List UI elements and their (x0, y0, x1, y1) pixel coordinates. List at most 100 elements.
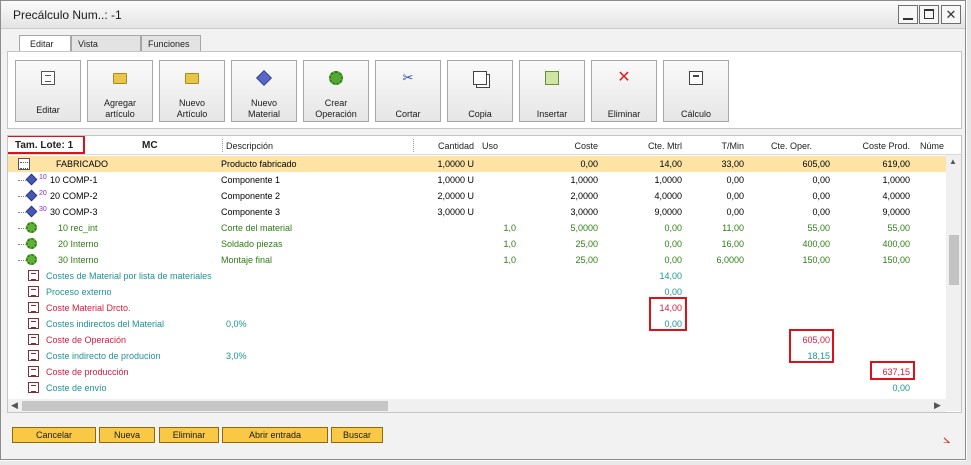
material-cube-icon (25, 205, 38, 218)
summary-row[interactable]: Coste Material Drcto. 14,00 (8, 300, 946, 316)
nuevo-articulo-fabricado-label: Nuevo Artículo Fabricado (172, 98, 212, 121)
summary-row[interactable]: Proceso externo 0,00 (8, 284, 946, 300)
calculo-button[interactable]: Cálculo (663, 60, 729, 122)
horizontal-scrollbar[interactable]: ◀ ▶ (8, 399, 946, 412)
cell-tmin: 0,00 (726, 207, 744, 217)
cell-desc: Producto fabricado (221, 159, 297, 169)
nueva-button[interactable]: Nueva (99, 427, 155, 443)
cell-code: 10 rec_int (58, 223, 98, 233)
cortar-button[interactable]: ✂ Cortar (375, 60, 441, 122)
folder-icon (185, 73, 199, 84)
cell-desc: Componente 1 (221, 175, 281, 185)
nuevo-material-button[interactable]: Nuevo Material (231, 60, 297, 122)
resize-grip-icon[interactable]: ⦣ (943, 431, 950, 447)
editar-button[interactable]: Editar (15, 60, 81, 122)
scroll-left-icon[interactable]: ◀ (11, 400, 18, 411)
editar-label: Editar (36, 105, 60, 115)
summary-label: Coste de Operación (46, 335, 127, 345)
material-cube-icon (25, 173, 38, 186)
abrir-entrada-button[interactable]: Abrir entrada (222, 427, 328, 443)
cell-uso: 1,0 (503, 255, 516, 265)
vertical-scrollbar[interactable]: ▲ (946, 155, 961, 411)
operation-gear-icon (26, 222, 37, 233)
copia-button[interactable]: Copia (447, 60, 513, 122)
cell-coste: 0,00 (580, 159, 598, 169)
cell-code: 20 COMP-2 (50, 191, 98, 201)
tab-funciones[interactable]: Funciones (141, 35, 201, 51)
cell-coste-prod: 619,00 (882, 159, 910, 169)
cell-desc: Corte del material (221, 223, 293, 233)
summary-row[interactable]: Costes de Material por lista de material… (8, 268, 946, 284)
scroll-up-icon[interactable]: ▲ (949, 157, 957, 166)
table-row[interactable]: 10 10 COMP-1 Componente 1 1,0000 U 1,000… (8, 172, 946, 188)
scissors-icon: ✂ (402, 70, 414, 85)
table-row[interactable]: 30 30 COMP-3 Componente 3 3,0000 U 3,000… (8, 204, 946, 220)
vertical-scroll-thumb[interactable] (949, 235, 959, 285)
table-row[interactable]: 10 rec_int Corte del material 1,0 5,0000… (8, 220, 946, 236)
summary-row[interactable]: Coste de producción 637,15 (8, 364, 946, 380)
background-strip (967, 0, 971, 465)
tab-vista[interactable]: Vista (71, 35, 141, 51)
insertar-button[interactable]: Insertar (519, 60, 585, 122)
col-cte-oper[interactable]: Cte. Oper. (742, 141, 812, 151)
copia-label: Copia (468, 109, 492, 119)
precalculo-grid[interactable]: Tam. Lote: 1 MC Descripción Cantidad Uso… (7, 135, 962, 413)
insertar-label: Insertar (536, 109, 568, 119)
horizontal-scroll-thumb[interactable] (22, 401, 388, 411)
summary-label: Coste de envío (46, 383, 107, 393)
tab-editar[interactable]: Editar (19, 35, 71, 52)
cell-tmin: 6,0000 (716, 255, 744, 265)
title-bar[interactable]: Precálculo Num..: -1 ✕ (1, 1, 965, 29)
scroll-right-icon[interactable]: ▶ (934, 400, 941, 411)
cell-tmin: 16,00 (721, 239, 744, 249)
window-title: Precálculo Num..: -1 (13, 8, 122, 22)
table-row[interactable]: 20 Interno Soldado piezas 1,0 25,00 0,00… (8, 236, 946, 252)
table-row[interactable]: 30 Interno Montaje final 1,0 25,00 0,00 … (8, 252, 946, 268)
summary-row[interactable]: Coste de envío 0,00 (8, 380, 946, 396)
toolbar: Editar Agregar artículo Nuevo Artículo F… (7, 51, 962, 129)
agregar-articulo-button[interactable]: Agregar artículo (87, 60, 153, 122)
cell-tmin: 33,00 (721, 159, 744, 169)
maximize-button[interactable] (919, 5, 939, 24)
cell-desc: Montaje final (221, 255, 273, 265)
col-uso[interactable]: Uso (482, 141, 498, 151)
col-coste-prod[interactable]: Coste Prod. (840, 141, 910, 151)
summary-cte-mtrl: 14,00 (659, 271, 682, 281)
summary-cte-mtrl: 0,00 (664, 287, 682, 297)
col-mc[interactable]: MC (142, 140, 158, 151)
column-separator (413, 139, 414, 152)
eliminar-button[interactable]: ✕ Eliminar (591, 60, 657, 122)
column-separator (222, 139, 223, 152)
minimize-button[interactable] (898, 5, 918, 24)
col-numero[interactable]: Núme (920, 141, 944, 151)
close-icon: ✕ (945, 7, 957, 22)
crear-operacion-button[interactable]: Crear Operación (303, 60, 369, 122)
cell-cte-mtrl: 0,00 (664, 223, 682, 233)
col-coste[interactable]: Coste (528, 141, 598, 151)
close-button[interactable]: ✕ (941, 5, 961, 24)
col-descripcion[interactable]: Descripción (226, 141, 273, 151)
cell-cte-oper: 0,00 (812, 175, 830, 185)
col-cte-mtrl[interactable]: Cte. Mtrl (612, 141, 682, 151)
cell-coste: 5,0000 (570, 223, 598, 233)
cell-uso: 1,0 (503, 239, 516, 249)
buscar-button[interactable]: Buscar (331, 427, 383, 443)
cell-code: 10 COMP-1 (50, 175, 98, 185)
col-tmin[interactable]: T/Min (674, 141, 745, 151)
summary-label: Coste Material Drcto. (46, 303, 131, 313)
cell-coste: 3,0000 (570, 207, 598, 217)
bom-tree-icon (18, 158, 30, 170)
highlight-box-lot-size (8, 136, 85, 154)
table-row-fabricado[interactable]: FABRICADO Producto fabricado 1,0000 U 0,… (8, 156, 946, 172)
cancelar-button[interactable]: Cancelar (12, 427, 96, 443)
cell-cte-oper: 0,00 (812, 191, 830, 201)
eliminar-footer-button[interactable]: Eliminar (159, 427, 219, 443)
summary-doc-icon (28, 270, 39, 281)
nuevo-articulo-fabricado-button[interactable]: Nuevo Artículo Fabricado (159, 60, 225, 122)
table-row[interactable]: 20 20 COMP-2 Componente 2 2,0000 U 2,000… (8, 188, 946, 204)
position-index: 20 (39, 190, 47, 197)
cell-coste-prod: 9,0000 (882, 207, 910, 217)
col-cantidad[interactable]: Cantidad (418, 141, 474, 151)
tree-connector (18, 196, 26, 197)
cell-code: 30 COMP-3 (50, 207, 98, 217)
